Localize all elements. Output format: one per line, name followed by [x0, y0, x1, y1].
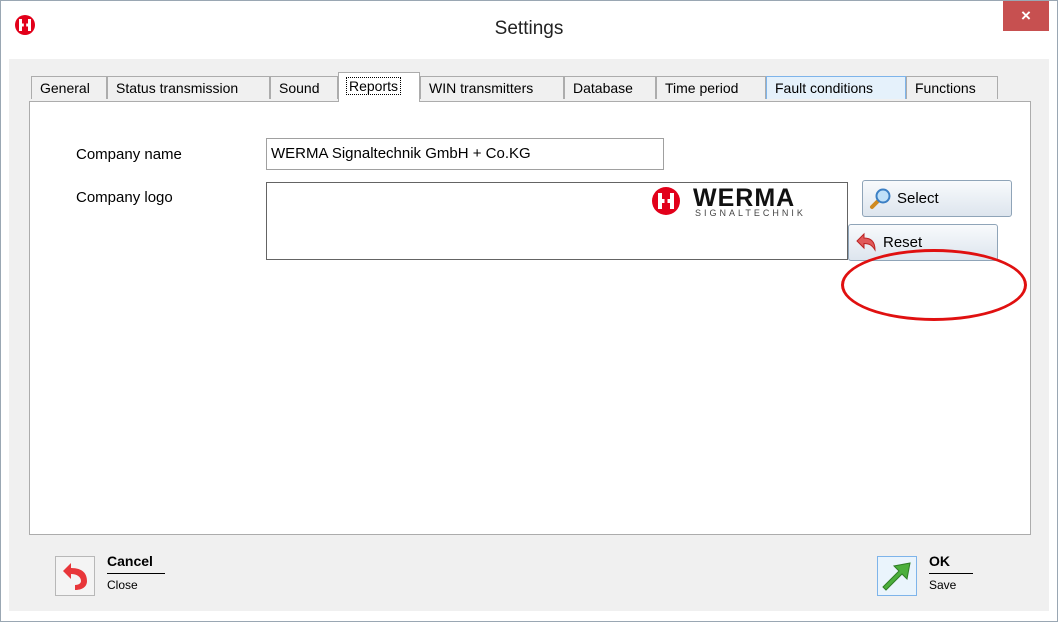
ok-title: OK — [929, 553, 950, 569]
company-logo-preview: WERMA SIGNALTECHNIK — [266, 182, 848, 260]
company-name-input[interactable]: WERMA Signaltechnik GmbH + Co.KG — [266, 138, 664, 170]
tab-fault-conditions[interactable]: Fault conditions — [766, 76, 906, 99]
window-title: Settings — [494, 18, 564, 39]
reset-button[interactable]: Reset — [848, 224, 998, 261]
magnifier-icon — [870, 188, 891, 209]
tab-sound[interactable]: Sound — [270, 76, 338, 99]
ok-divider — [929, 573, 973, 574]
company-name-label: Company name — [76, 146, 182, 163]
select-button[interactable]: Select — [862, 180, 1012, 217]
werma-logo-tagline: SIGNALTECHNIK — [695, 208, 806, 218]
tab-win-transmitters[interactable]: WIN transmitters — [420, 76, 564, 99]
close-button[interactable]: × — [1003, 1, 1049, 31]
tab-reports-label: Reports — [345, 77, 402, 95]
settings-window: Settings × General Status transmission S… — [0, 0, 1058, 622]
company-logo-label: Company logo — [76, 189, 173, 206]
tab-reports[interactable]: Reports — [338, 72, 420, 102]
cancel-subtitle: Close — [107, 578, 138, 592]
client-area: General Status transmission Sound Report… — [9, 59, 1049, 611]
reports-panel: Company name WERMA Signaltechnik GmbH + … — [29, 101, 1031, 535]
ok-button[interactable]: OK Save — [877, 553, 997, 603]
werma-mark-icon — [652, 187, 680, 215]
ok-subtitle: Save — [929, 578, 957, 592]
cancel-divider — [107, 573, 165, 574]
cancel-title: Cancel — [107, 553, 153, 569]
tab-functions[interactable]: Functions — [906, 76, 998, 99]
select-button-label: Select — [897, 190, 939, 207]
tab-database[interactable]: Database — [564, 76, 656, 99]
undo-arrow-icon — [856, 232, 876, 252]
cancel-button[interactable]: Cancel Close — [55, 553, 195, 603]
reset-button-label: Reset — [883, 234, 923, 251]
werma-logo: WERMA SIGNALTECHNIK — [651, 183, 847, 221]
tab-status-transmission[interactable]: Status transmission — [107, 76, 270, 99]
tab-time-period[interactable]: Time period — [656, 76, 766, 99]
green-arrow-icon — [877, 556, 917, 596]
return-arrow-icon — [55, 556, 95, 596]
tab-general[interactable]: General — [31, 76, 107, 99]
title-bar: Settings × — [1, 1, 1057, 59]
